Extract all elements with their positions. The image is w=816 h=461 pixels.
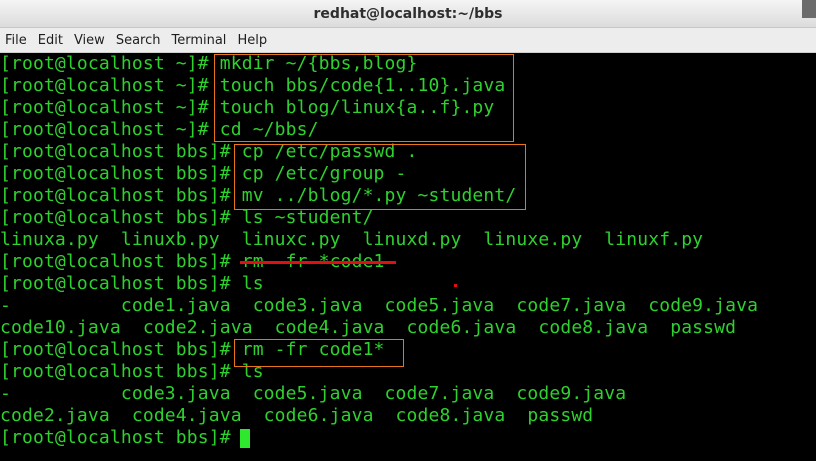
- terminal-line: linuxa.py linuxb.py linuxc.py linuxd.py …: [0, 229, 704, 250]
- menu-view[interactable]: View: [69, 33, 111, 48]
- menu-bar: File Edit View Search Terminal Help: [0, 28, 816, 53]
- terminal-line: [root@localhost bbs]# ls: [0, 273, 264, 294]
- terminal-line: [root@localhost bbs]#: [0, 427, 242, 448]
- strikethrough-mark: [240, 261, 396, 264]
- terminal-line: [root@localhost bbs]# ls ~student/: [0, 207, 374, 228]
- highlight-box-commands-1: [214, 54, 514, 142]
- red-dot-mark: [454, 284, 457, 287]
- menu-search[interactable]: Search: [111, 33, 167, 48]
- menu-help[interactable]: Help: [232, 33, 273, 48]
- terminal-cursor: [240, 429, 250, 448]
- menu-edit[interactable]: Edit: [33, 33, 69, 48]
- window-corner: [802, 0, 816, 18]
- menu-file[interactable]: File: [0, 33, 33, 48]
- highlight-box-commands-3: [234, 339, 404, 367]
- terminal-line: - code1.java code3.java code5.java code7…: [0, 295, 759, 316]
- terminal-line: code2.java code4.java code6.java code8.j…: [0, 405, 594, 426]
- highlight-box-commands-2: [234, 144, 526, 210]
- terminal-area[interactable]: [root@localhost ~]# mkdir ~/{bbs,blog} […: [0, 53, 816, 461]
- terminal-line: - code3.java code5.java code7.java code9…: [0, 383, 627, 404]
- terminal-line: code10.java code2.java code4.java code6.…: [0, 317, 737, 338]
- window-title: redhat@localhost:~/bbs: [313, 5, 503, 22]
- window-titlebar[interactable]: redhat@localhost:~/bbs: [0, 0, 816, 28]
- menu-terminal[interactable]: Terminal: [166, 33, 232, 48]
- terminal-line: [root@localhost bbs]# ls: [0, 361, 264, 382]
